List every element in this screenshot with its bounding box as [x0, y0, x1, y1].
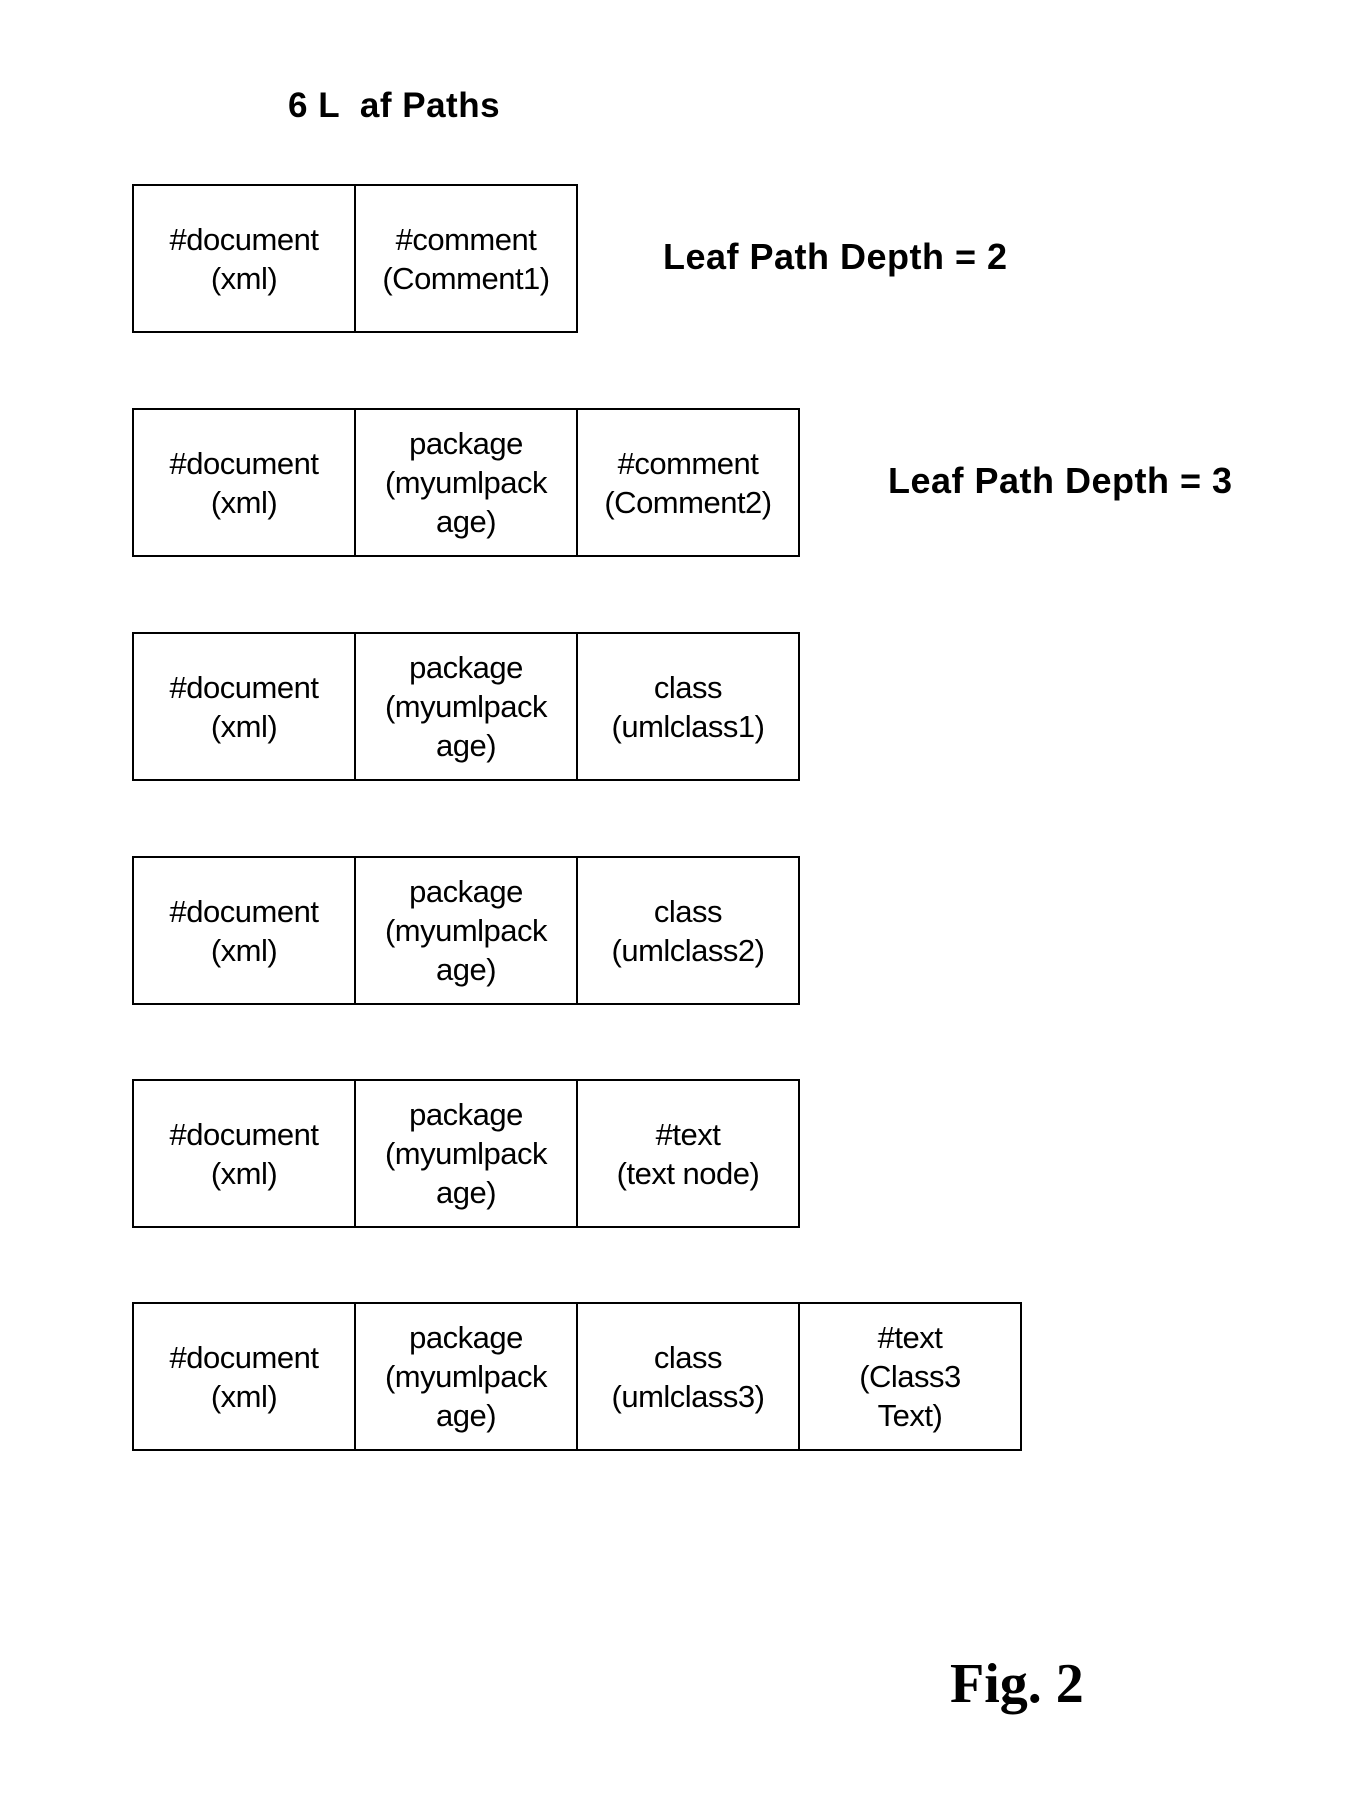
path-node-cell: package (myumlpack age)	[354, 1079, 578, 1228]
leaf-path-depth-label: Leaf Path Depth = 2	[663, 236, 1008, 277]
path-node-cell: class (umlclass2)	[576, 856, 800, 1005]
path-node-label: #text (text node)	[616, 1116, 760, 1191]
path-node-label: #document (xml)	[169, 221, 319, 296]
path-node-cell: #comment (Comment1)	[354, 184, 578, 333]
path-node-cell: #text (text node)	[576, 1079, 800, 1228]
path-node-cell: #document (xml)	[132, 632, 356, 781]
diagram-title: 6 L af Paths	[288, 86, 501, 125]
path-node-label: package (myumlpack age)	[384, 1320, 548, 1433]
path-node-label: package (myumlpack age)	[384, 650, 548, 763]
path-node-label: package (myumlpack age)	[384, 426, 548, 539]
path-node-label: class (umlclass1)	[611, 669, 765, 744]
figure-label: Fig. 2	[950, 1653, 1084, 1715]
path-node-cell: package (myumlpack age)	[354, 1302, 578, 1451]
path-node-cell: #document (xml)	[132, 1302, 356, 1451]
path-node-label: class (umlclass2)	[611, 893, 765, 968]
path-node-cell: #text (Class3 Text)	[798, 1302, 1022, 1451]
path-node-cell: #comment (Comment2)	[576, 408, 800, 557]
path-node-label: #document (xml)	[169, 893, 319, 968]
leaf-path-row: #document (xml) #comment (Comment1)	[132, 184, 578, 333]
path-node-cell: #document (xml)	[132, 856, 356, 1005]
path-node-cell: #document (xml)	[132, 184, 356, 333]
path-node-label: #document (xml)	[169, 669, 319, 744]
leaf-path-row: #document (xml) package (myumlpack age) cl…	[132, 632, 800, 781]
path-node-cell: package (myumlpack age)	[354, 632, 578, 781]
path-node-cell: class (umlclass3)	[576, 1302, 800, 1451]
path-node-cell: class (umlclass1)	[576, 632, 800, 781]
path-node-cell: package (myumlpack age)	[354, 408, 578, 557]
path-node-label: #comment (Comment1)	[382, 221, 550, 296]
leaf-path-row: #document (xml) package (myumlpack age) cl…	[132, 1302, 1022, 1451]
path-node-cell: #document (xml)	[132, 1079, 356, 1228]
path-node-label: #document (xml)	[169, 445, 319, 520]
leaf-path-row: #document (xml) package (myumlpack age) cl…	[132, 856, 800, 1005]
path-node-label: #document (xml)	[169, 1339, 319, 1414]
path-node-cell: package (myumlpack age)	[354, 856, 578, 1005]
leaf-path-row: #document (xml) package (myumlpack age) #c…	[132, 408, 800, 557]
path-node-label: class (umlclass3)	[611, 1339, 765, 1414]
path-node-cell: #document (xml)	[132, 408, 356, 557]
path-node-label: #document (xml)	[169, 1116, 319, 1191]
path-node-label: package (myumlpack age)	[384, 1097, 548, 1210]
path-node-label: #comment (Comment2)	[604, 445, 772, 520]
leaf-path-row: #document (xml) package (myumlpack age) #t…	[132, 1079, 800, 1228]
path-node-label: #text (Class3 Text)	[859, 1320, 961, 1433]
path-node-label: package (myumlpack age)	[384, 874, 548, 987]
leaf-path-depth-label: Leaf Path Depth = 3	[888, 460, 1233, 501]
